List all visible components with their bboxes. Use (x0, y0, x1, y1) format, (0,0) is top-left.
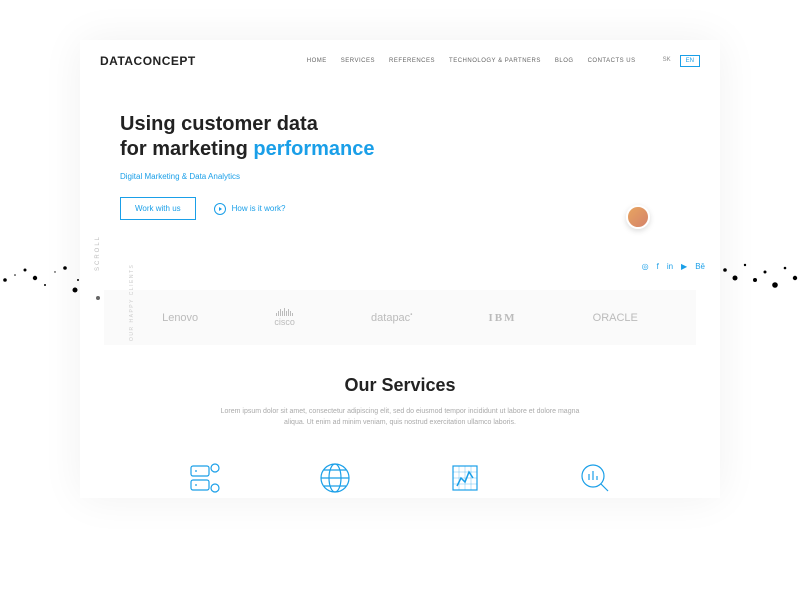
social-instagram-icon[interactable]: ◎ (642, 262, 649, 271)
how-it-works-link[interactable]: How is it work? (214, 203, 286, 215)
service-icon-chart (445, 458, 485, 498)
service-icons-row (80, 438, 720, 498)
client-ibm: IBM (488, 312, 516, 324)
service-icon-data (185, 458, 225, 498)
social-youtube-icon[interactable]: ▶ (681, 262, 687, 271)
social-links: ◎ f in ▶ Bē (642, 262, 705, 271)
client-cisco: cisco (274, 308, 295, 327)
client-datapac: datapac• (371, 312, 412, 324)
clients-label: OUR HAPPY CLIENTS (129, 264, 135, 341)
services-description: Lorem ipsum dolor sit amet, consectetur … (220, 406, 580, 428)
language-switcher: SK EN (658, 55, 700, 67)
cta-row: Work with us How is it work? (120, 197, 680, 220)
client-oracle: ORACLE (593, 312, 638, 324)
nav-services[interactable]: SERVICES (341, 58, 375, 64)
work-with-us-button[interactable]: Work with us (120, 197, 196, 220)
header: DATACONCEPT HOME SERVICES REFERENCES TEC… (80, 40, 720, 82)
play-icon (214, 203, 226, 215)
nav-technology[interactable]: TECHNOLOGY & PARTNERS (449, 58, 541, 64)
page-container: DATACONCEPT HOME SERVICES REFERENCES TEC… (80, 40, 720, 498)
client-lenovo: Lenovo (162, 312, 198, 324)
lang-sk[interactable]: SK (658, 55, 676, 67)
social-linkedin-icon[interactable]: in (667, 262, 673, 271)
scroll-indicator-label: SCROLL (95, 235, 101, 271)
avatar[interactable] (626, 205, 650, 229)
main-nav: HOME SERVICES REFERENCES TECHNOLOGY & PA… (307, 55, 700, 67)
nav-contact[interactable]: CONTACTS US (588, 58, 636, 64)
social-facebook-icon[interactable]: f (657, 262, 659, 271)
nav-blog[interactable]: BLOG (555, 58, 574, 64)
service-icon-analytics (575, 458, 615, 498)
scroll-indicator-dot (96, 296, 100, 300)
clients-strip: Lenovo cisco datapac• IBM ORACLE (104, 290, 696, 345)
service-icon-globe (315, 458, 355, 498)
services-section: Our Services Lorem ipsum dolor sit amet,… (80, 345, 720, 438)
social-behance-icon[interactable]: Bē (695, 262, 705, 271)
hero-subtitle: Digital Marketing & Data Analytics (120, 172, 680, 181)
hero-headline: Using customer data for marketing perfor… (120, 112, 680, 162)
logo[interactable]: DATACONCEPT (100, 54, 196, 68)
lang-en[interactable]: EN (680, 55, 700, 67)
hero-section: Using customer data for marketing perfor… (80, 82, 720, 230)
nav-home[interactable]: HOME (307, 58, 327, 64)
services-title: Our Services (140, 375, 660, 396)
nav-references[interactable]: REFERENCES (389, 58, 435, 64)
